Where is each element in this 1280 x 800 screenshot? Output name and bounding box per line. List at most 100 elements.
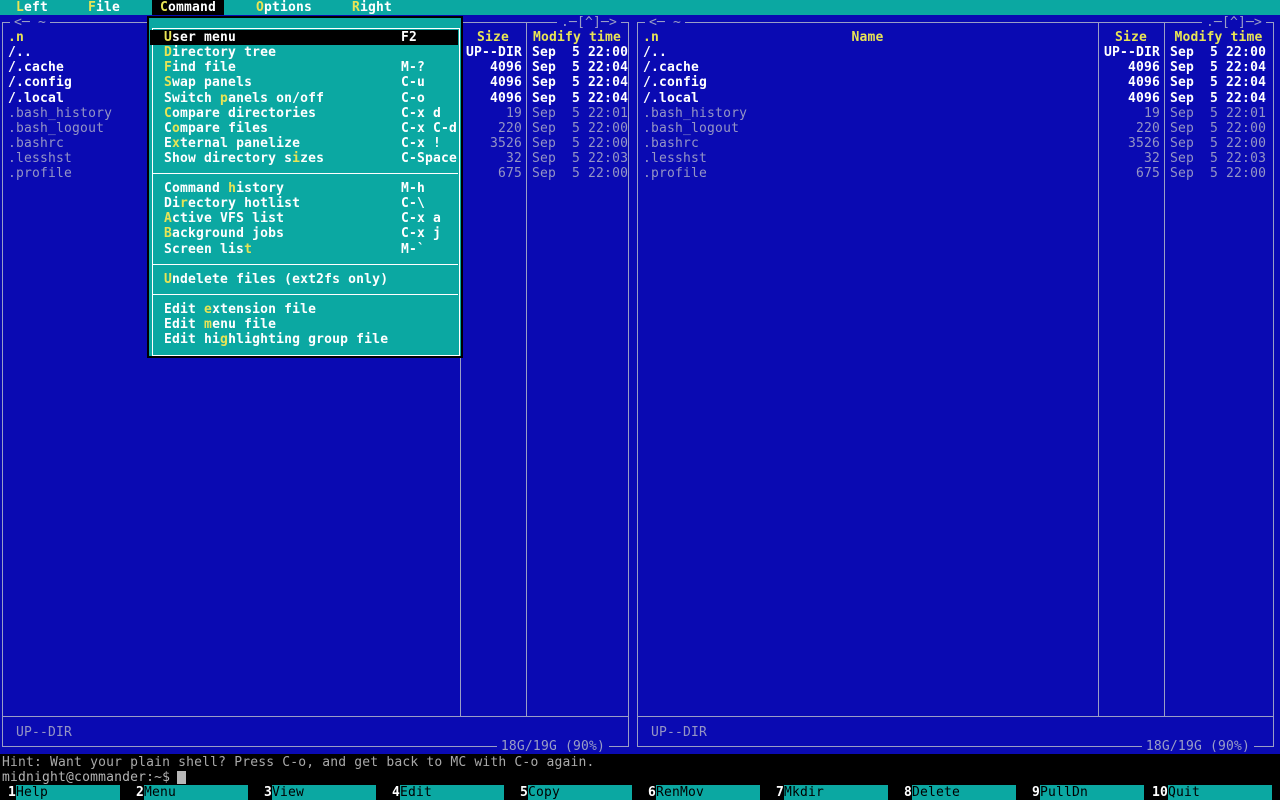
file-row-name[interactable]: /.local [8,91,64,106]
menu-item-shortcut: C-o [401,91,426,106]
menu-item-compare-files[interactable]: Compare files C-x C-d [150,121,458,136]
menu-item-active-vfs-list[interactable]: Active VFS list C-x a [150,211,458,226]
fkey-label: Help [16,785,120,800]
fkey-label: PullDn [1040,785,1144,800]
fkey-9-pulldn[interactable]: 9 PullDn [1024,785,1144,800]
hotkey-letter: t [244,242,253,257]
file-row-name[interactable]: /.. [8,45,32,60]
fkey-5-copy[interactable]: 5 Copy [512,785,632,800]
menu-item-find-file[interactable]: Find file M-? [150,60,458,75]
panel-updir-control[interactable]: .─[^]─> [556,15,621,30]
file-row-size: 4096 [489,75,522,90]
ministatus-separator [638,716,1273,717]
file-row-name[interactable]: .profile [8,166,72,181]
menu-separator [152,173,458,174]
hotkey-letter: R [352,0,361,15]
menu-item-directory-tree[interactable]: Directory tree [150,45,458,60]
column-separator [1164,23,1165,716]
file-row-name[interactable]: .bash_history [8,106,112,121]
column-header-name[interactable]: Name [637,30,1098,45]
fkey-8-delete[interactable]: 8 Delete [896,785,1016,800]
column-header-size[interactable]: Size [1098,30,1164,45]
panel-path[interactable]: <─ ~ [645,15,686,30]
file-row-mtime: Sep 5 22:04 [1170,91,1267,106]
fkey-label: Quit [1168,785,1272,800]
menu-item-shortcut: C-Space [401,151,458,166]
menu-item-user-menu[interactable]: User menu F2 [150,30,458,45]
menu-item-label: External panelize [164,136,301,151]
hotkey-letter: L [16,0,25,15]
fkey-6-renmov[interactable]: 6 RenMov [640,785,760,800]
fkey-2-menu[interactable]: 2 Menu [128,785,248,800]
menu-separator [152,294,458,295]
menu-item-screen-list[interactable]: Screen list M-` [150,242,458,257]
disk-usage: 18G/19G (90%) [1141,739,1254,754]
menu-item-compare-directories[interactable]: Compare directories C-x d [150,106,458,121]
file-row-name[interactable]: .bashrc [8,136,64,151]
menu-item-edit-extension-file[interactable]: Edit extension file [150,302,458,317]
file-row-mtime: Sep 5 22:01 [1170,106,1267,121]
file-row-name[interactable]: /.cache [8,60,64,75]
file-row-name[interactable]: .bashrc [643,136,699,151]
menu-item-shortcut: M-` [401,242,426,257]
panel-path[interactable]: <─ ~ [10,15,51,30]
column-separator [1098,23,1099,716]
fkey-1-help[interactable]: 1 Help [0,785,120,800]
file-row-mtime: Sep 5 22:00 [1170,166,1267,181]
menu-item-edit-menu-file[interactable]: Edit menu file [150,317,458,332]
file-row-name[interactable]: .bash_history [643,106,747,121]
fkey-number: 8 [903,785,912,800]
menu-item-shortcut: F2 [401,30,418,45]
file-row-name[interactable]: /.cache [643,60,699,75]
file-row-name[interactable]: .lesshst [8,151,72,166]
menu-item-swap-panels[interactable]: Swap panels C-u [150,75,458,90]
file-row-mtime: Sep 5 22:00 [1170,121,1267,136]
menu-item-label: Swap panels [164,75,253,90]
menu-item-label: Edit extension file [164,302,317,317]
mini-status: UP--DIR [16,725,73,740]
menu-item-show-directory-sizes[interactable]: Show directory sizes C-Space [150,151,458,166]
file-row-name[interactable]: .lesshst [643,151,707,166]
fkey-4-edit[interactable]: 4 Edit [384,785,504,800]
menu-item-shortcut: C-x d [401,106,442,121]
file-row-mtime: Sep 5 22:00 [532,136,629,151]
file-row-name[interactable]: .bash_logout [643,121,739,136]
menu-item-label: Edit menu file [164,317,277,332]
file-row-name[interactable]: .bash_logout [8,121,104,136]
menu-item-background-jobs[interactable]: Background jobs C-x j [150,226,458,241]
file-row-size: 4096 [1127,60,1160,75]
fkey-10-quit[interactable]: 10 Quit [1152,785,1272,800]
file-row-name[interactable]: /.. [643,45,667,60]
file-row-size: 220 [497,121,522,136]
menubar-item-left[interactable]: Left [16,0,48,15]
column-header-size[interactable]: Size [460,30,526,45]
fkey-3-view[interactable]: 3 View [256,785,376,800]
file-row-size: UP--DIR [465,45,522,60]
file-row-name[interactable]: /.config [8,75,72,90]
menu-item-label: Command history [164,181,285,196]
column-header-mtime[interactable]: Modify time [1164,30,1273,45]
file-row-size: 32 [505,151,522,166]
hotkey-letter: m [204,317,213,332]
file-row-name[interactable]: /.config [643,75,707,90]
menu-item-undelete-files-ext2fs-only[interactable]: Undelete files (ext2fs only) [150,272,458,287]
menubar-item-file[interactable]: File [88,0,120,15]
shell-prompt[interactable]: midnight@commander:~$ [2,770,178,785]
fkey-7-mkdir[interactable]: 7 Mkdir [768,785,888,800]
menubar-item-right[interactable]: Right [352,0,392,15]
fkey-number: 3 [263,785,272,800]
menu-item-command-history[interactable]: Command history M-h [150,181,458,196]
hotkey-letter: F [164,60,173,75]
hotkey-letter: r [180,196,189,211]
menubar-item-options[interactable]: Options [256,0,312,15]
file-row-name[interactable]: .profile [643,166,707,181]
file-row-mtime: Sep 5 22:04 [532,75,629,90]
menubar-item-command[interactable]: Command [152,0,225,15]
menu-item-edit-highlighting-group-file[interactable]: Edit highlighting group file [150,332,458,347]
file-row-name[interactable]: /.local [643,91,699,106]
column-header-mtime[interactable]: Modify time [526,30,628,45]
menu-item-directory-hotlist[interactable]: Directory hotlist C-\ [150,196,458,211]
panel-updir-control[interactable]: .─[^]─> [1201,15,1266,30]
menu-item-switch-panels-on-off[interactable]: Switch panels on/off C-o [150,91,458,106]
menu-item-external-panelize[interactable]: External panelize C-x ! [150,136,458,151]
